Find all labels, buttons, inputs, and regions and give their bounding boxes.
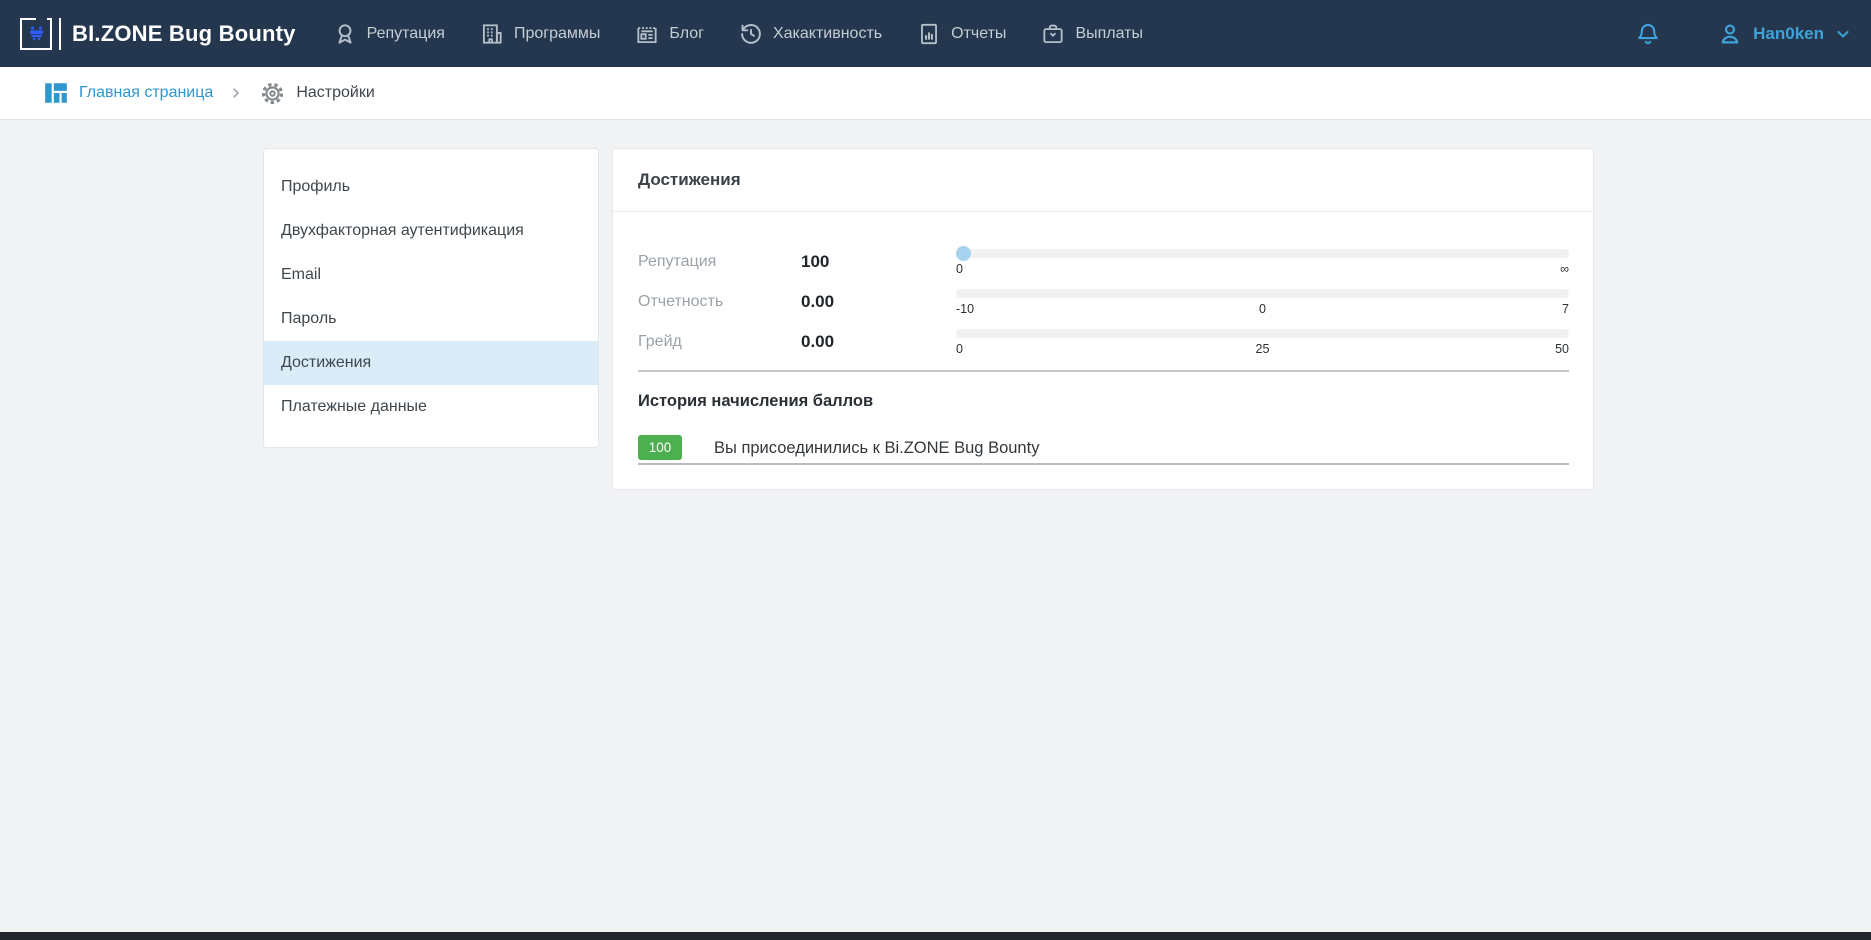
grade-slider: 0 25 50 — [956, 329, 1569, 356]
brand-name: BI.ZONE Bug Bounty — [72, 21, 296, 47]
brand-bug-icon — [20, 18, 52, 50]
slider-ticks: -10 0 7 — [956, 302, 1569, 316]
building-icon — [479, 21, 505, 47]
sidebar-item-label: Пароль — [281, 310, 337, 328]
main-nav: Репутация Программы — [332, 21, 1143, 47]
nav-item-label: Блог — [669, 25, 704, 43]
breadcrumb-home-link[interactable]: Главная страница — [43, 80, 213, 106]
nav-item-hackactivity[interactable]: Хакактивность — [738, 21, 882, 47]
sidebar-item-label: Достижения — [281, 354, 371, 372]
gear-icon — [259, 80, 286, 107]
history-icon — [738, 21, 764, 47]
reputation-slider: 0 ∞ — [956, 249, 1569, 276]
tick-max: 50 — [1365, 342, 1569, 356]
footer-strip — [0, 932, 1871, 940]
chevron-right-icon — [229, 86, 243, 100]
achievements-panel: Достижения Репутация 100 0 ∞ О — [612, 148, 1594, 490]
section-divider — [638, 370, 1569, 372]
nav-item-reports[interactable]: Отчеты — [916, 21, 1006, 47]
slider-track[interactable] — [956, 289, 1569, 298]
briefcase-icon — [1040, 21, 1066, 47]
panel-title: Достижения — [638, 170, 741, 190]
tick-min: 0 — [956, 262, 1263, 276]
sidebar-item-password[interactable]: Пароль — [264, 297, 598, 341]
slider-ticks: 0 ∞ — [956, 262, 1569, 276]
reporting-slider: -10 0 7 — [956, 289, 1569, 316]
medal-icon — [332, 21, 358, 47]
metric-label: Грейд — [638, 333, 801, 351]
metric-row-reporting: Отчетность 0.00 -10 0 7 — [638, 282, 1569, 322]
slider-ticks: 0 25 50 — [956, 342, 1569, 356]
nav-item-label: Хакактивность — [773, 25, 882, 43]
sidebar-item-label: Email — [281, 266, 321, 284]
slider-handle[interactable] — [956, 246, 971, 261]
nav-item-reputation[interactable]: Репутация — [332, 21, 445, 47]
page-content: Профиль Двухфакторная аутентификация Ema… — [0, 120, 1871, 932]
nav-item-label: Репутация — [367, 25, 445, 43]
settings-sidebar: Профиль Двухфакторная аутентификация Ema… — [263, 148, 599, 448]
tick-mid: 25 — [1160, 342, 1364, 356]
history-entry-text: Вы присоединились к Bi.ZONE Bug Bounty — [714, 439, 1039, 458]
chevron-down-icon — [1833, 24, 1853, 44]
sidebar-item-achievements[interactable]: Достижения — [264, 341, 598, 385]
brand-logo[interactable]: BI.ZONE Bug Bounty — [20, 18, 296, 50]
nav-item-programs[interactable]: Программы — [479, 21, 600, 47]
metric-value: 0.00 — [801, 332, 956, 352]
brand-divider — [59, 18, 61, 50]
tick-max: ∞ — [1263, 262, 1570, 276]
sidebar-item-email[interactable]: Email — [264, 253, 598, 297]
history-entry: 100 Вы присоединились к Bi.ZONE Bug Boun… — [638, 435, 1569, 465]
topbar-right: Han0ken — [1634, 20, 1853, 48]
metric-label: Отчетность — [638, 293, 801, 311]
sidebar-item-label: Платежные данные — [281, 398, 427, 416]
user-name: Han0ken — [1753, 24, 1824, 44]
newspaper-icon — [634, 21, 660, 47]
slider-track[interactable] — [956, 249, 1569, 258]
achievements-body: Репутация 100 0 ∞ Отчетность 0.00 — [613, 212, 1593, 489]
sidebar-item-label: Профиль — [281, 178, 350, 196]
bell-icon — [1634, 20, 1662, 48]
achievements-header: Достижения — [613, 149, 1593, 212]
tick-min: 0 — [956, 342, 1160, 356]
sidebar-item-two-factor[interactable]: Двухфакторная аутентификация — [264, 209, 598, 253]
sidebar-item-label: Двухфакторная аутентификация — [281, 222, 524, 240]
slider-track[interactable] — [956, 329, 1569, 338]
breadcrumb-current-label: Настройки — [296, 84, 374, 102]
nav-item-label: Отчеты — [951, 25, 1006, 43]
history-title: История начисления баллов — [638, 392, 1569, 411]
report-icon — [916, 21, 942, 47]
sidebar-item-profile[interactable]: Профиль — [264, 165, 598, 209]
metric-label: Репутация — [638, 253, 801, 271]
nav-item-label: Выплаты — [1075, 25, 1143, 43]
nav-item-label: Программы — [514, 25, 600, 43]
metric-value: 100 — [801, 252, 956, 272]
nav-item-blog[interactable]: Блог — [634, 21, 704, 47]
sidebar-item-payment-data[interactable]: Платежные данные — [264, 385, 598, 429]
tick-mid: 0 — [1160, 302, 1364, 316]
metric-row-grade: Грейд 0.00 0 25 50 — [638, 322, 1569, 362]
nav-item-payouts[interactable]: Выплаты — [1040, 21, 1143, 47]
points-badge: 100 — [638, 435, 682, 460]
breadcrumb: Главная страница Настройки — [0, 67, 1871, 120]
tick-min: -10 — [956, 302, 1160, 316]
metric-row-reputation: Репутация 100 0 ∞ — [638, 242, 1569, 282]
user-icon — [1716, 20, 1744, 48]
metric-value: 0.00 — [801, 292, 956, 312]
notifications-button[interactable] — [1634, 20, 1662, 48]
dashboard-icon — [43, 80, 69, 106]
breadcrumb-current: Настройки — [259, 80, 374, 107]
top-navigation-bar: BI.ZONE Bug Bounty Репутация Програм — [0, 0, 1871, 67]
user-menu[interactable]: Han0ken — [1716, 20, 1853, 48]
tick-max: 7 — [1365, 302, 1569, 316]
breadcrumb-home-label: Главная страница — [79, 84, 213, 102]
